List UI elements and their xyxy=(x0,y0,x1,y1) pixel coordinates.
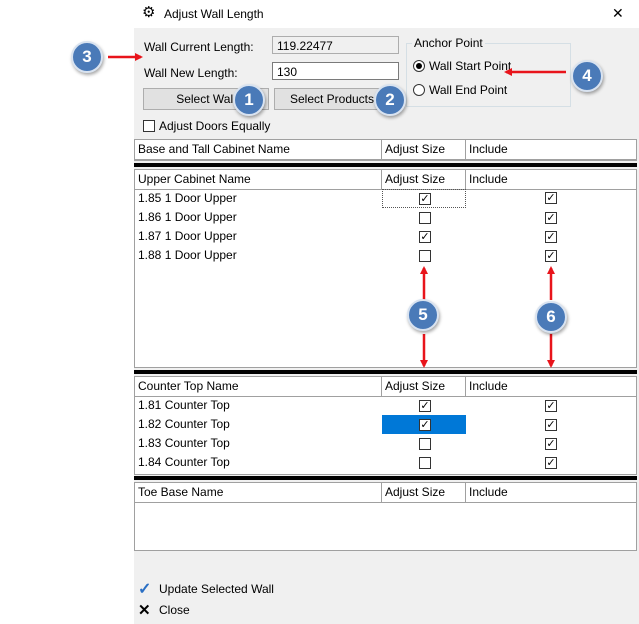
callout-3: 3 xyxy=(71,41,103,73)
callout-1: 1 xyxy=(233,84,265,116)
callout-5: 5 xyxy=(407,299,439,331)
callout-4: 4 xyxy=(571,60,603,92)
callout-2: 2 xyxy=(374,84,406,116)
callout-6: 6 xyxy=(535,301,567,333)
